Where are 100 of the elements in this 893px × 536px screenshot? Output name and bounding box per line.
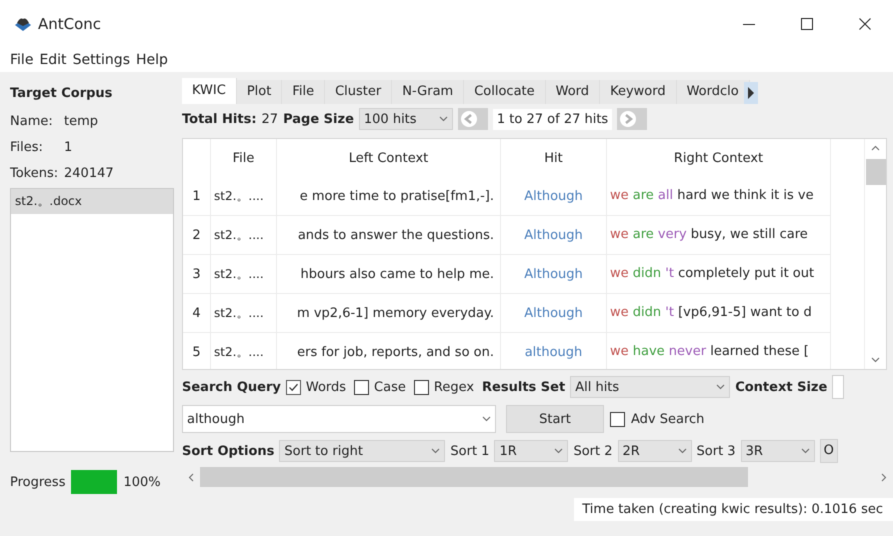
- tab[interactable]: Word: [546, 80, 600, 104]
- table-cell: st2.。....: [211, 255, 277, 294]
- search-query-label: Search Query: [182, 380, 281, 394]
- scroll-right-icon[interactable]: [744, 82, 758, 104]
- hit-cell: Although: [501, 216, 607, 255]
- tab[interactable]: Plot: [236, 80, 282, 104]
- scrollbar-thumb[interactable]: [866, 159, 886, 185]
- tab[interactable]: KWIC: [182, 78, 237, 104]
- row-number: 4: [183, 294, 211, 333]
- sort-level-label: Sort 2: [573, 444, 613, 458]
- table-cell: st2.。....: [211, 333, 277, 369]
- column-header[interactable]: Left Context: [277, 139, 501, 177]
- checkbox-label: Regex: [434, 380, 474, 394]
- context-size-field[interactable]: [832, 375, 844, 399]
- hit-cell: although: [501, 333, 607, 369]
- table-cell: e more time to pratise[fm1,-].: [300, 188, 494, 204]
- checkbox-label: Case: [374, 380, 406, 394]
- progress-label: Progress: [10, 474, 66, 490]
- close-icon[interactable]: [859, 18, 871, 30]
- hit-cell: Although: [501, 177, 607, 216]
- results-set-label: Results Set: [482, 380, 566, 394]
- chevron-down-icon[interactable]: [431, 448, 440, 454]
- column-header[interactable]: File: [211, 139, 277, 177]
- checkbox-label: Adv Search: [631, 412, 704, 426]
- field-label: Tokens:: [10, 166, 60, 180]
- table-cell: st2.。....: [211, 216, 277, 255]
- scroll-left-icon[interactable]: [188, 472, 194, 482]
- menu-item[interactable]: Settings: [72, 52, 130, 68]
- chevron-down-icon[interactable]: [800, 448, 810, 454]
- tab[interactable]: Collocate: [464, 80, 546, 104]
- chevron-down-icon[interactable]: [554, 448, 564, 454]
- table-cell: ers for job, reports, and so on.: [297, 344, 494, 360]
- chevron-down-icon[interactable]: [438, 116, 448, 122]
- sort-level-dropdown[interactable]: 3R: [740, 440, 815, 462]
- start-button[interactable]: Start: [506, 405, 604, 433]
- sort-mode-dropdown[interactable]: Sort to right: [279, 440, 446, 462]
- checkbox[interactable]: [286, 380, 301, 394]
- file-list-item[interactable]: st2.。.docx: [11, 189, 173, 214]
- checkbox[interactable]: [354, 380, 370, 394]
- checkbox[interactable]: [414, 380, 429, 394]
- total-hits-label: Total Hits:: [182, 112, 257, 126]
- status-text: Time taken (creating kwic results): 0.1016 sec: [574, 498, 893, 521]
- scroll-up-icon[interactable]: [871, 145, 880, 151]
- table-cell: ands to answer the questions.: [298, 228, 494, 242]
- table-cell: we are all hard we think it is ve: [607, 177, 831, 216]
- page-size-dropdown[interactable]: 100 hits: [358, 108, 453, 130]
- tab[interactable]: File: [282, 80, 326, 104]
- progress-reading: 100%: [123, 474, 161, 490]
- field-value: 240147: [64, 166, 114, 180]
- row-number: 5: [183, 333, 211, 369]
- tab[interactable]: Wordclo: [676, 80, 750, 104]
- scrollbar-thumb[interactable]: [200, 467, 748, 487]
- sort-options-label: Sort Options: [182, 444, 274, 458]
- column-header[interactable]: Right Context: [607, 139, 831, 177]
- search-query-field[interactable]: although: [182, 405, 496, 433]
- tab[interactable]: Keyword: [600, 80, 677, 104]
- checkbox[interactable]: [610, 412, 625, 426]
- total-hits-value: 27: [262, 112, 278, 126]
- field-label: Files:: [10, 140, 44, 154]
- field-value: 1: [64, 140, 72, 154]
- hit-range: 1 to 27 of 27 hits: [492, 108, 612, 130]
- hit-cell: Although: [501, 294, 607, 333]
- table-cell: we are very busy, we still care: [607, 216, 831, 255]
- options-button[interactable]: O: [820, 439, 838, 463]
- field-label: Name:: [10, 114, 54, 128]
- scroll-down-icon[interactable]: [871, 357, 880, 363]
- corpus-title: Target Corpus: [10, 85, 114, 103]
- checkbox-label: Words: [306, 380, 346, 394]
- results-set-dropdown[interactable]: All hits: [570, 376, 730, 398]
- field-value: temp: [64, 114, 98, 128]
- row-number: 2: [183, 216, 211, 255]
- table-cell: we have never learned these [: [607, 333, 831, 369]
- menu-item[interactable]: File: [10, 52, 34, 68]
- sort-level-dropdown[interactable]: 2R: [618, 440, 692, 462]
- scroll-right-icon[interactable]: [881, 472, 887, 482]
- vertical-scrollbar[interactable]: [864, 139, 886, 369]
- menu-item[interactable]: Edit: [39, 52, 67, 68]
- sort-level-dropdown[interactable]: 1R: [494, 440, 568, 462]
- app-logo-icon[interactable]: [14, 16, 32, 32]
- row-number: 3: [183, 255, 211, 294]
- window-title: AntConc: [38, 15, 102, 33]
- sort-level-label: Sort 1: [450, 444, 490, 458]
- column-header[interactable]: Hit: [501, 139, 607, 177]
- table-cell: st2.。....: [211, 177, 277, 216]
- sort-level-label: Sort 3: [696, 444, 736, 458]
- chevron-down-icon[interactable]: [678, 448, 687, 454]
- row-number: 1: [183, 177, 211, 216]
- tab[interactable]: N-Gram: [392, 80, 464, 104]
- hit-cell: Although: [501, 255, 607, 294]
- context-size-label: Context Size: [735, 380, 828, 394]
- chevron-down-icon[interactable]: [716, 384, 726, 390]
- table-cell: m vp2,6-1] memory everyday.: [297, 306, 494, 320]
- tab[interactable]: Cluster: [325, 80, 392, 104]
- menu-item[interactable]: Help: [136, 52, 168, 68]
- table-cell: we didn 't completely put it out: [607, 255, 831, 294]
- maximize-icon[interactable]: [801, 18, 813, 30]
- chevron-down-icon[interactable]: [482, 416, 491, 422]
- table-cell: we didn 't [vp6,91-5] want to d: [607, 294, 831, 333]
- page-size-label: Page Size: [283, 112, 354, 126]
- table-cell: hbours also came to help me.: [300, 266, 494, 282]
